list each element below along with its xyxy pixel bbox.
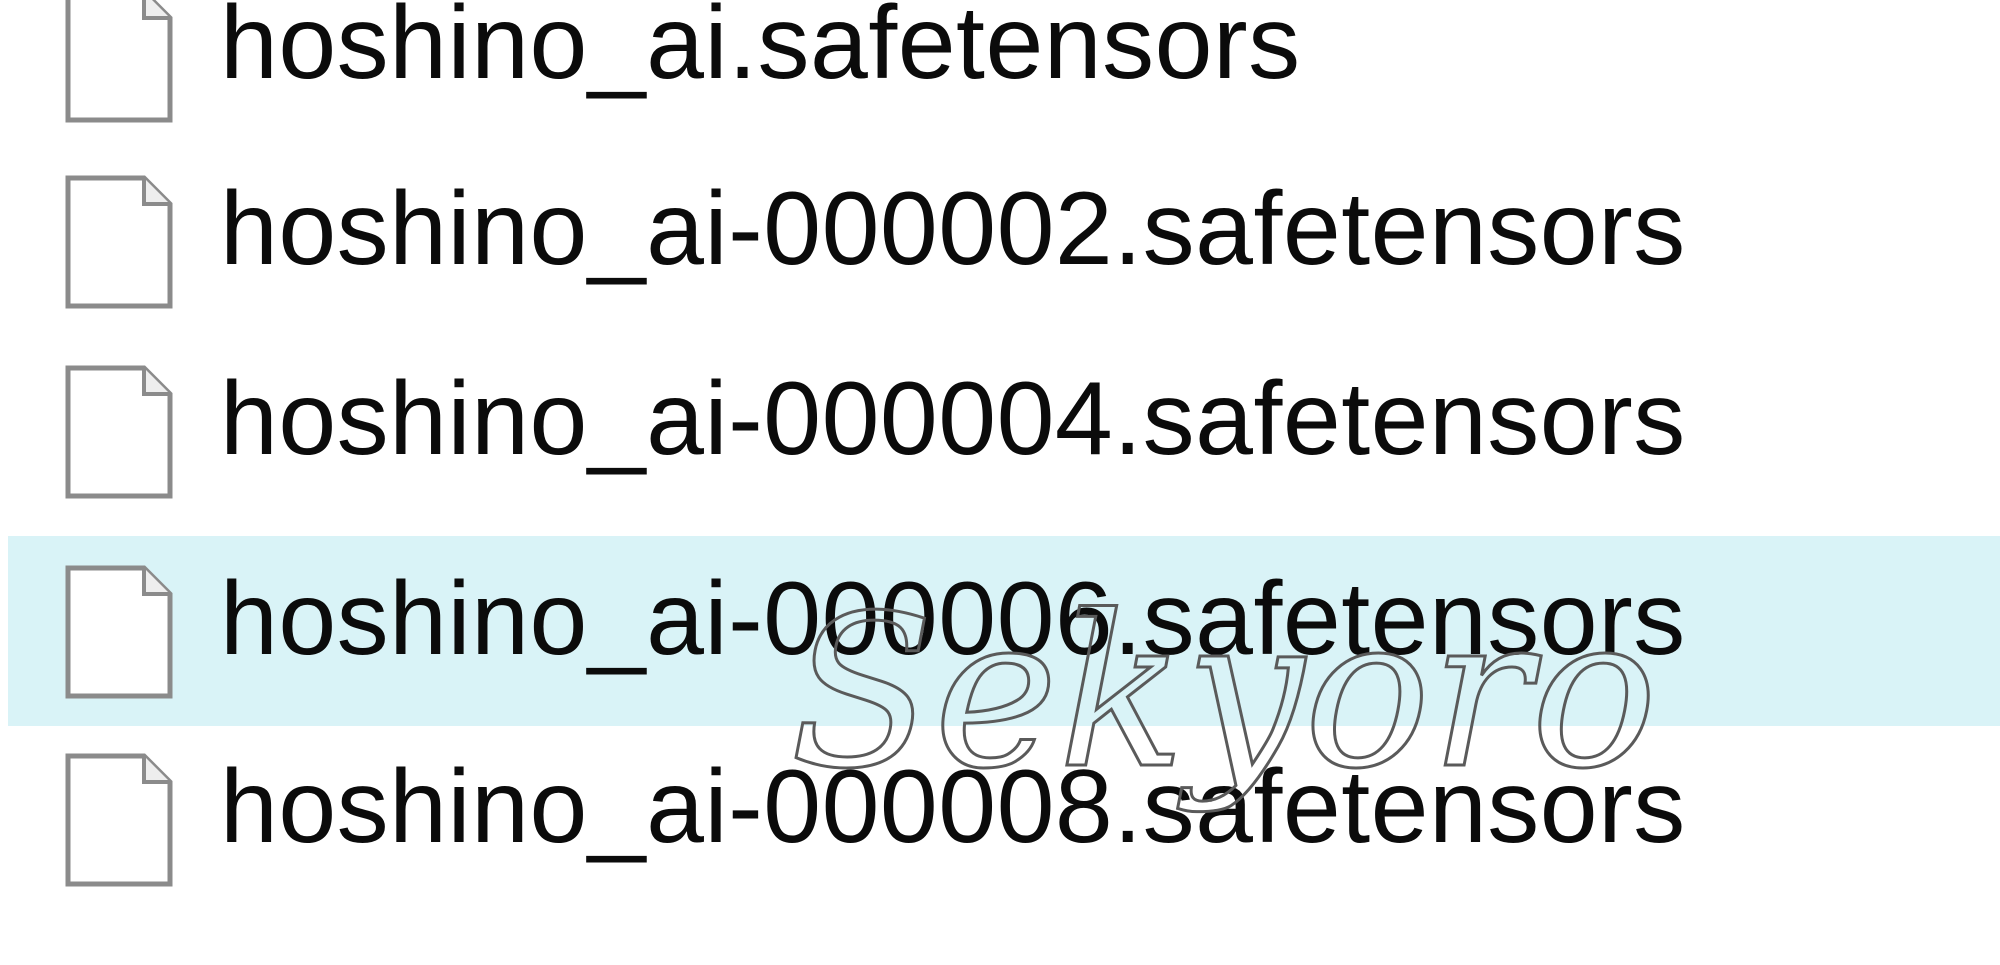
file-list: hoshino_ai.safetensors hoshino_ai-000002… — [0, 0, 2000, 965]
file-name: hoshino_ai-000002.safetensors — [220, 171, 1686, 287]
file-name: hoshino_ai-000006.safetensors — [220, 561, 1686, 677]
file-icon — [65, 175, 173, 309]
file-icon — [65, 365, 173, 499]
file-row[interactable]: hoshino_ai-000004.safetensors — [8, 336, 2000, 526]
file-name: hoshino_ai-000008.safetensors — [220, 749, 1686, 865]
file-icon — [65, 0, 173, 123]
file-name: hoshino_ai.safetensors — [220, 0, 1301, 101]
file-row[interactable]: hoshino_ai-000002.safetensors — [8, 146, 2000, 336]
file-row-selected[interactable]: hoshino_ai-000006.safetensors — [8, 536, 2000, 726]
file-name: hoshino_ai-000004.safetensors — [220, 361, 1686, 477]
file-row[interactable]: hoshino_ai.safetensors — [8, 0, 2000, 150]
file-icon — [65, 565, 173, 699]
file-icon — [65, 753, 173, 887]
file-row[interactable]: hoshino_ai-000008.safetensors — [8, 724, 2000, 914]
